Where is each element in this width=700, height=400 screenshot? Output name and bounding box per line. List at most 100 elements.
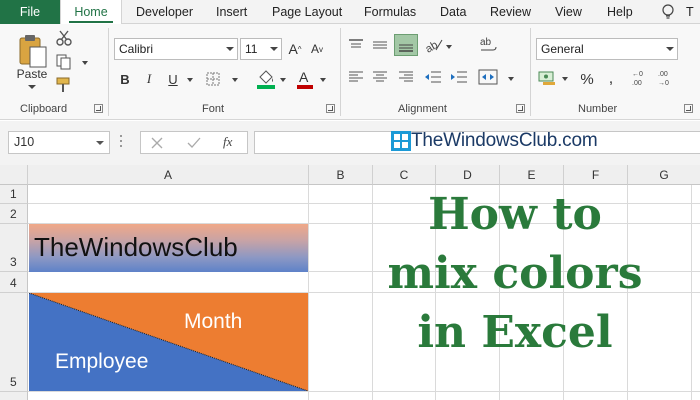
- bottom-align-icon[interactable]: [394, 34, 418, 56]
- chevron-down-icon[interactable]: [280, 78, 286, 82]
- tab-home[interactable]: Home: [60, 0, 122, 25]
- row-header-3[interactable]: 3: [0, 224, 28, 272]
- tab-developer[interactable]: Developer: [136, 0, 193, 24]
- row-header-5[interactable]: 5: [0, 293, 28, 392]
- overlay-title-line-3: in Excel: [417, 307, 613, 358]
- cell-a3[interactable]: TheWindowsClub: [29, 224, 308, 272]
- font-name-select[interactable]: Calibri: [114, 38, 238, 60]
- chevron-down-icon: [226, 47, 234, 51]
- font-size-value: 11: [245, 42, 258, 56]
- tab-file[interactable]: File: [0, 0, 60, 24]
- row-header-2[interactable]: 2: [0, 204, 28, 224]
- underline-icon[interactable]: U: [164, 68, 182, 90]
- font-group-label: Font: [202, 103, 225, 115]
- row-header-6[interactable]: [0, 392, 28, 400]
- column-header-g[interactable]: G: [628, 165, 700, 185]
- divider: [340, 28, 341, 116]
- percent-icon[interactable]: %: [578, 68, 596, 90]
- align-left-icon[interactable]: [348, 70, 364, 84]
- alignment-group-label: Alignment: [398, 103, 447, 115]
- alignment-launcher[interactable]: [516, 104, 525, 113]
- chevron-down-icon[interactable]: [82, 61, 88, 65]
- enter-icon[interactable]: [187, 137, 201, 149]
- comma-style-icon[interactable]: ,: [604, 68, 618, 90]
- decrease-indent-icon[interactable]: [424, 70, 442, 84]
- decrease-font-icon[interactable]: Av: [308, 38, 326, 60]
- watermark: TheWindowsClub.com: [391, 129, 598, 153]
- copy-icon[interactable]: [56, 54, 72, 70]
- tab-data[interactable]: Data: [440, 0, 466, 24]
- italic-icon[interactable]: I: [140, 68, 158, 90]
- clipboard-group-label: Clipboard: [20, 103, 68, 115]
- lightbulb-icon[interactable]: [660, 3, 676, 21]
- chevron-down-icon[interactable]: [187, 78, 193, 82]
- paste-icon[interactable]: [18, 34, 48, 68]
- resize-handle[interactable]: [120, 135, 122, 151]
- align-right-icon[interactable]: [398, 70, 414, 84]
- fill-color-swatch: [257, 85, 275, 89]
- font-size-select[interactable]: 11: [240, 38, 282, 60]
- chevron-down-icon[interactable]: [446, 45, 452, 49]
- chevron-down-icon[interactable]: [508, 77, 514, 81]
- column-header-c[interactable]: C: [373, 165, 436, 185]
- chevron-down-icon: [666, 47, 674, 51]
- column-header-d[interactable]: D: [436, 165, 500, 185]
- font-color-icon[interactable]: A: [296, 68, 314, 90]
- merge-center-icon[interactable]: [478, 68, 498, 86]
- accounting-format-icon[interactable]: [538, 70, 558, 86]
- insert-function-icon[interactable]: fx: [223, 134, 232, 150]
- middle-align-icon[interactable]: [372, 38, 388, 52]
- column-header-b[interactable]: B: [309, 165, 373, 185]
- cut-icon[interactable]: [56, 30, 72, 46]
- number-format-select[interactable]: General: [536, 38, 678, 60]
- increase-decimal-icon[interactable]: ←0 .00: [630, 68, 650, 88]
- column-header-f[interactable]: F: [564, 165, 628, 185]
- worksheet-grid: A B C D E F G 1 2 3 4 5 TheWindowsClub M…: [0, 165, 700, 400]
- name-box-value: J10: [14, 135, 35, 149]
- number-launcher[interactable]: [684, 104, 693, 113]
- font-name-value: Calibri: [119, 42, 154, 56]
- format-painter-icon[interactable]: [56, 77, 74, 93]
- align-center-icon[interactable]: [372, 70, 388, 84]
- bold-icon[interactable]: B: [116, 68, 134, 90]
- paste-dropdown[interactable]: [22, 82, 42, 92]
- wrap-text-icon[interactable]: ab: [478, 36, 498, 56]
- name-box[interactable]: J10: [8, 131, 110, 154]
- chevron-down-icon: [28, 85, 36, 89]
- paste-label[interactable]: Paste: [14, 66, 50, 82]
- orientation-icon[interactable]: ab: [424, 36, 444, 54]
- ribbon-tabs: File Home Developer Insert Page Layout F…: [0, 0, 700, 25]
- tab-help[interactable]: Help: [607, 0, 633, 24]
- increase-indent-icon[interactable]: [450, 70, 468, 84]
- tab-view[interactable]: View: [555, 0, 582, 24]
- tab-formulas[interactable]: Formulas: [364, 0, 416, 24]
- svg-text:.00: .00: [632, 80, 642, 87]
- clipboard-launcher[interactable]: [94, 104, 103, 113]
- top-align-icon[interactable]: [348, 38, 364, 52]
- cell-a5-employee-label: Employee: [55, 350, 149, 373]
- diagonal-split-fill: [29, 293, 308, 391]
- chevron-down-icon[interactable]: [232, 78, 238, 82]
- fill-color-icon[interactable]: [256, 68, 276, 90]
- select-all-corner[interactable]: [0, 165, 28, 185]
- tab-review[interactable]: Review: [490, 0, 531, 24]
- increase-font-icon[interactable]: A ^: [286, 38, 304, 60]
- tab-tell-me[interactable]: T: [686, 0, 694, 24]
- row-header-4[interactable]: 4: [0, 272, 28, 293]
- column-header-a[interactable]: A: [28, 165, 309, 185]
- ribbon: Paste Clipboard Calibri 11 A^ Av B I U: [0, 24, 700, 120]
- chevron-down-icon[interactable]: [562, 77, 568, 81]
- tab-insert[interactable]: Insert: [216, 0, 247, 24]
- row-header-1[interactable]: 1: [0, 185, 28, 204]
- cell-a5[interactable]: Month Employee: [29, 293, 308, 391]
- divider: [108, 28, 109, 116]
- formula-buttons: fx: [140, 131, 248, 154]
- borders-icon[interactable]: [206, 72, 220, 86]
- column-header-e[interactable]: E: [500, 165, 564, 185]
- font-launcher[interactable]: [326, 104, 335, 113]
- decrease-decimal-icon[interactable]: .00 →0: [656, 68, 676, 88]
- chevron-down-icon[interactable]: [320, 78, 326, 82]
- tab-page-layout[interactable]: Page Layout: [272, 0, 342, 24]
- overlay-title-line-2: mix colors: [387, 248, 643, 299]
- cancel-icon[interactable]: [151, 137, 163, 149]
